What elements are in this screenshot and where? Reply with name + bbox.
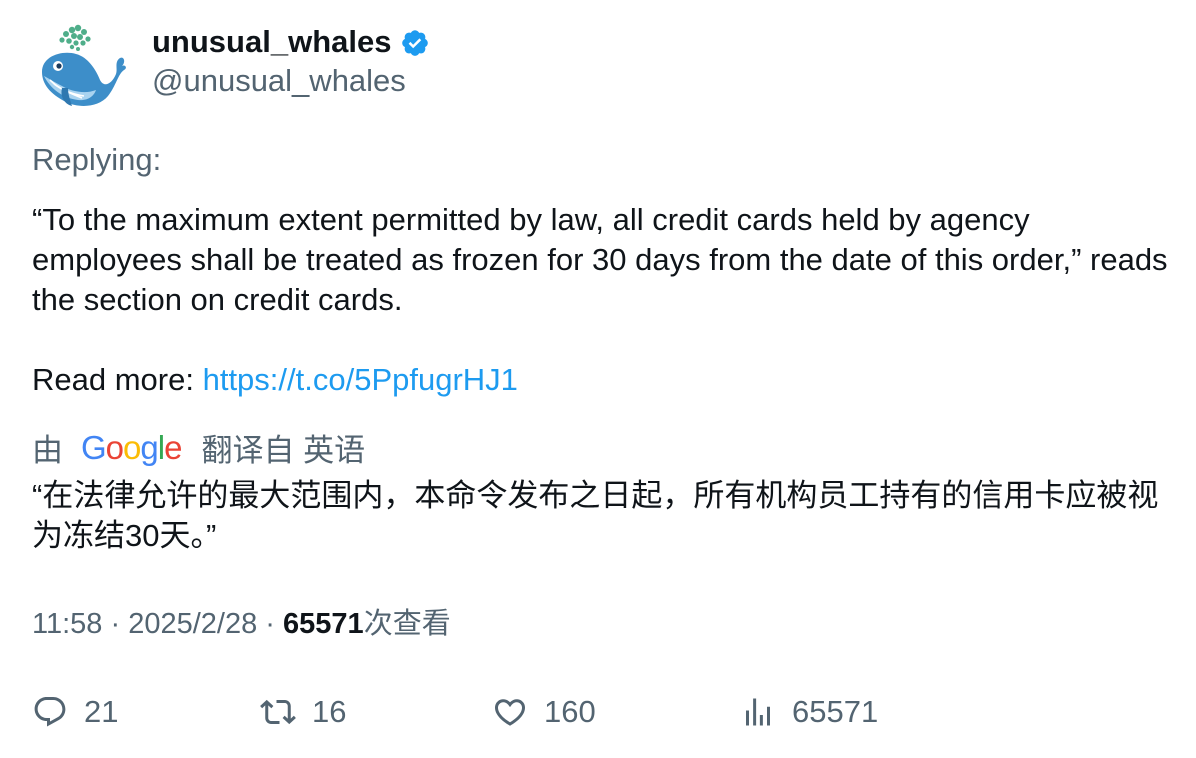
tweet-header: unusual_whales @unusual_whales [32, 22, 430, 114]
whale-logo-icon [42, 24, 126, 106]
like-count: 160 [544, 694, 596, 729]
action-bar: 21 16 160 65571 [32, 690, 1172, 734]
meta-separator: · [110, 608, 121, 640]
translation-prefix: 由 [32, 432, 63, 468]
reply-button[interactable]: 21 [32, 690, 118, 734]
tweet-time[interactable]: 11:58 [32, 608, 102, 640]
display-name[interactable]: unusual_whales [152, 22, 391, 62]
google-logo-icon: Google [81, 429, 182, 466]
read-more-label: Read more: [32, 362, 194, 397]
translated-text: “在法律允许的最大范围内，本命令发布之日起，所有机构员工持有的信用卡应被视为冻结… [32, 478, 1159, 553]
heart-icon [494, 699, 526, 726]
name-row: unusual_whales [152, 22, 430, 62]
tweet-body-text: “To the maximum extent permitted by law,… [32, 202, 1168, 317]
retweet-icon [260, 699, 296, 725]
bar-chart-icon [746, 698, 770, 726]
replying-label: Replying: [32, 142, 162, 177]
tweet-date[interactable]: 2025/2/28 [128, 608, 257, 640]
tweet-card: unusual_whales @unusual_whales Replying:… [0, 0, 1196, 758]
views-suffix: 次查看 [363, 608, 451, 640]
tweet-body: “To the maximum extent permitted by law,… [32, 200, 1172, 320]
translation-suffix[interactable]: 翻译自 英语 [201, 425, 365, 470]
like-button[interactable]: 160 [492, 690, 596, 734]
reply-icon [34, 697, 66, 727]
retweet-count: 16 [312, 694, 347, 729]
views-action-count: 65571 [792, 694, 879, 729]
verified-badge-icon [402, 30, 429, 56]
views-count: 65571 [283, 608, 364, 640]
tweet-meta: 11:58 · 2025/2/28 · 65571次查看 [32, 604, 451, 644]
translation-attribution: 由 Google 翻译自 英语 [32, 426, 365, 468]
reply-count: 21 [84, 694, 119, 729]
tweet-link[interactable]: https://t.co/5PpfugrHJ1 [203, 362, 518, 397]
handle[interactable]: @unusual_whales [152, 62, 430, 100]
meta-separator: · [265, 608, 275, 640]
avatar[interactable] [32, 22, 128, 114]
author-names: unusual_whales @unusual_whales [152, 22, 430, 100]
retweet-button[interactable]: 16 [260, 690, 346, 734]
views-button[interactable]: 65571 [740, 690, 878, 734]
read-more-line: Read more: https://t.co/5PpfugrHJ1 [32, 360, 518, 400]
